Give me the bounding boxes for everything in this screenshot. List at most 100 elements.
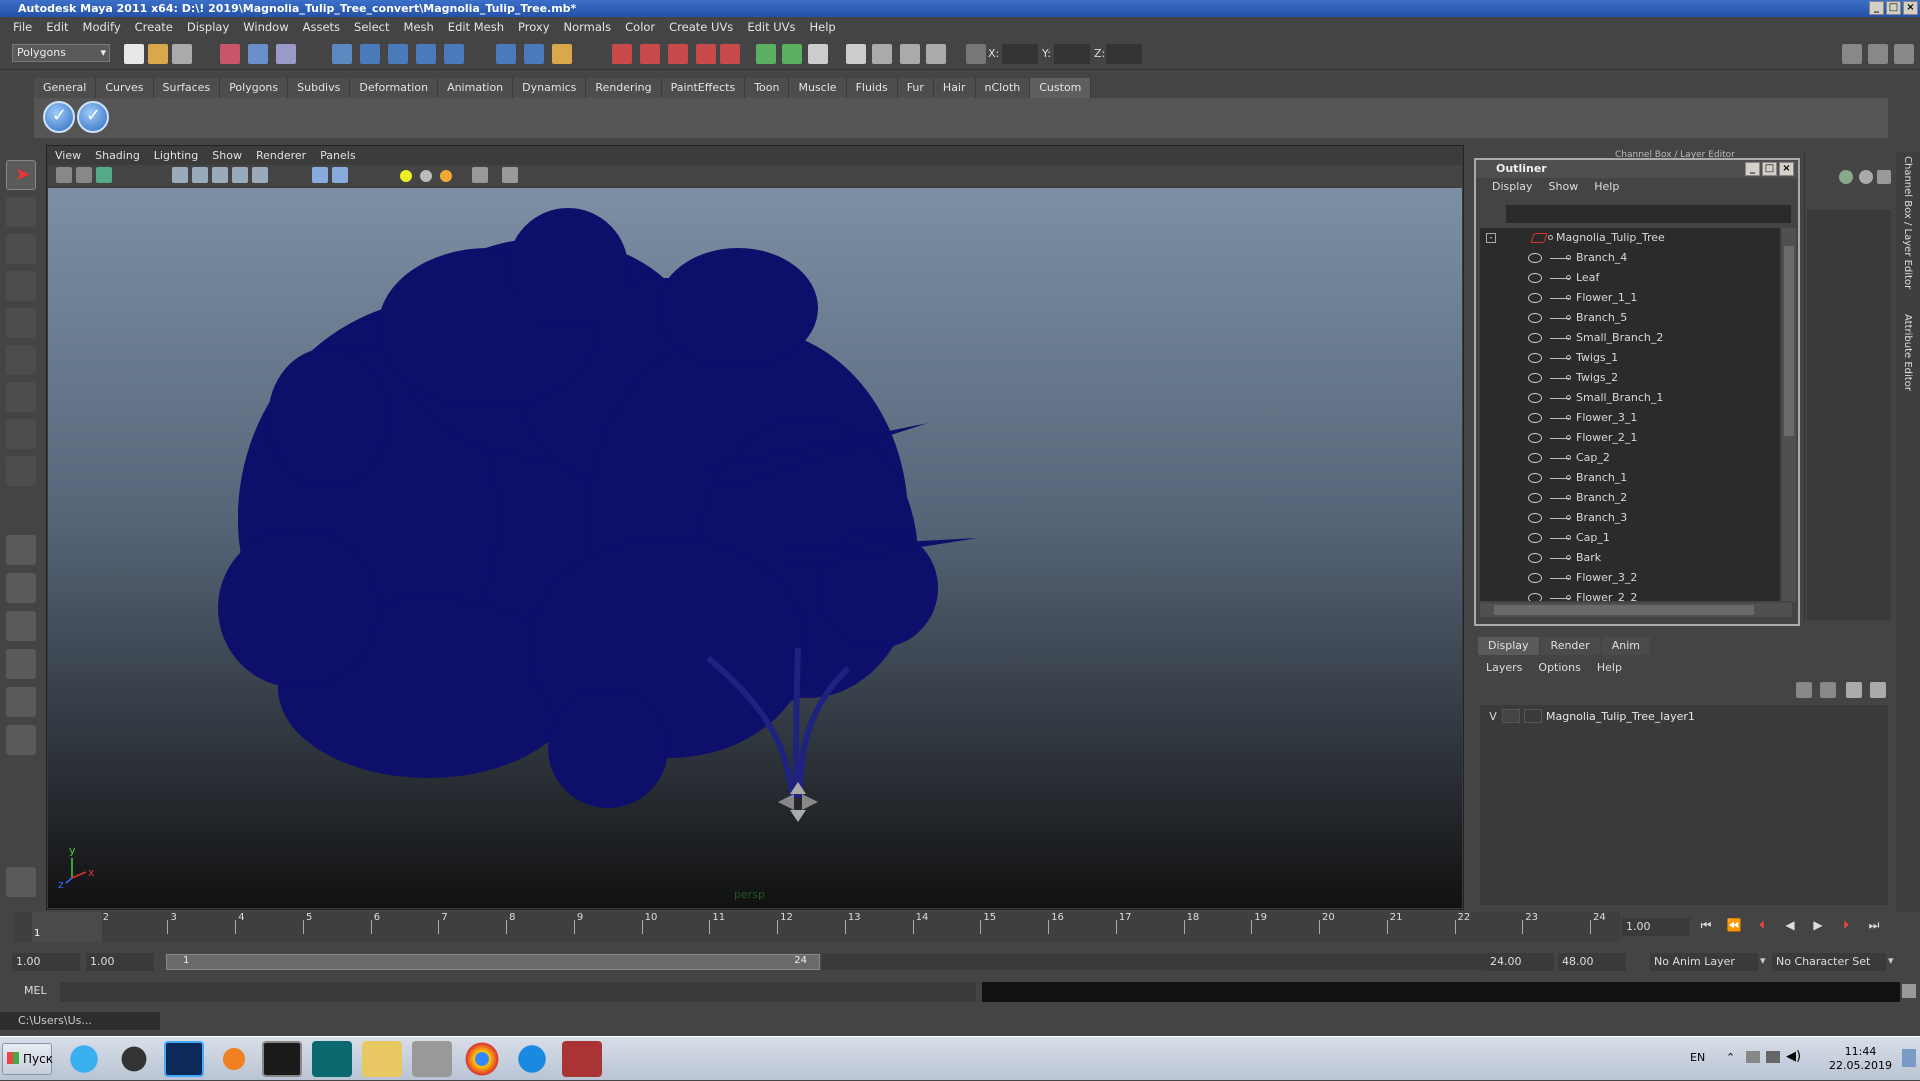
menu-edit-uvs[interactable]: Edit UVs	[740, 20, 802, 34]
transform-field-icon[interactable]	[966, 44, 986, 64]
ipr-render-icon[interactable]	[668, 44, 688, 64]
layers-menu-help[interactable]: Help	[1589, 659, 1630, 677]
outliner-title-bar[interactable]: Outliner _ □ ×	[1476, 160, 1798, 178]
list-item[interactable]: Cap_1	[1480, 528, 1780, 548]
vp-menu-lighting[interactable]: Lighting	[147, 147, 205, 165]
select-object-icon[interactable]	[248, 44, 268, 64]
winrar-icon[interactable]	[562, 1041, 602, 1077]
light-orange-icon[interactable]	[440, 170, 452, 182]
maya-icon[interactable]	[262, 1041, 302, 1077]
chrome-icon[interactable]	[462, 1041, 502, 1077]
shelf-tab-ncloth[interactable]: nCloth	[975, 78, 1031, 98]
smooth-shade-icon[interactable]	[192, 167, 208, 183]
close-icon[interactable]: ×	[1903, 1, 1918, 15]
lock-icon[interactable]	[552, 44, 572, 64]
isolate-icon[interactable]	[312, 167, 328, 183]
shelf-tab-custom[interactable]: Custom	[1030, 78, 1092, 98]
current-frame-field[interactable]: 1.00	[1622, 918, 1690, 936]
outliner-filter-input[interactable]	[1506, 205, 1791, 223]
list-item[interactable]: Flower_1_1	[1480, 288, 1780, 308]
tab-render[interactable]: Render	[1540, 637, 1600, 655]
monitor-icon[interactable]	[1766, 1051, 1780, 1063]
skype-icon[interactable]	[64, 1041, 104, 1077]
layer-playback-toggle[interactable]	[1502, 709, 1520, 723]
snap-surface-icon[interactable]	[444, 44, 464, 64]
scroll-thumb[interactable]	[1494, 605, 1754, 615]
tab-anim[interactable]: Anim	[1601, 637, 1650, 655]
layout-four-icon[interactable]	[6, 573, 36, 603]
play-forward-icon[interactable]: ▶	[1808, 918, 1828, 936]
minimized-window[interactable]: C:\Users\Us...	[0, 1012, 160, 1030]
list-item[interactable]: Flower_3_1	[1480, 408, 1780, 428]
list-item[interactable]: Flower_2_2	[1480, 588, 1780, 601]
menu-file[interactable]: File	[6, 20, 39, 34]
outliner-minimize-icon[interactable]: _	[1745, 162, 1760, 176]
chevron-down-icon[interactable]: ▾	[1760, 954, 1766, 967]
select-component-icon[interactable]	[276, 44, 296, 64]
attribute-editor-tab[interactable]: Attribute Editor	[1902, 314, 1913, 391]
channel-box-options-icon[interactable]	[1859, 170, 1873, 184]
menu-create-uvs[interactable]: Create UVs	[662, 20, 740, 34]
tray-arrow-icon[interactable]: ⌃	[1726, 1051, 1735, 1064]
network-icon[interactable]	[1746, 1051, 1760, 1063]
list-item[interactable]: Twigs_1	[1480, 348, 1780, 368]
show-channel-box-icon[interactable]	[1894, 44, 1914, 64]
menu-mesh[interactable]: Mesh	[397, 20, 441, 34]
light-yellow-icon[interactable]	[400, 170, 412, 182]
input-line2-icon[interactable]	[782, 44, 802, 64]
list-item[interactable]: Branch_2	[1480, 488, 1780, 508]
rotate-tool-icon[interactable]	[6, 308, 36, 338]
layers-menu-layers[interactable]: Layers	[1478, 659, 1530, 677]
list-item[interactable]: Branch_3	[1480, 508, 1780, 528]
paint-select-icon[interactable]	[6, 234, 36, 264]
go-to-end-icon[interactable]: ⏭	[1864, 918, 1884, 936]
start-time-field[interactable]: 1.00	[12, 953, 80, 971]
lasso-tool-icon[interactable]	[6, 197, 36, 227]
layer-row[interactable]: V Magnolia_Tulip_Tree_layer1	[1484, 707, 1884, 725]
skype-icon[interactable]	[512, 1041, 552, 1077]
playback-end-field[interactable]: 24.00	[1486, 953, 1554, 971]
shelf-tab-toon[interactable]: Toon	[745, 78, 790, 98]
character-set-selector[interactable]: No Character Set	[1772, 953, 1886, 971]
new-scene-icon[interactable]	[124, 44, 144, 64]
command-input[interactable]	[60, 982, 976, 1002]
shelf-tab-painteffects[interactable]: PaintEffects	[661, 78, 746, 98]
last-tool-icon[interactable]	[6, 456, 36, 486]
image-plane-icon[interactable]	[96, 167, 112, 183]
help-icon[interactable]	[524, 44, 544, 64]
scroll-thumb[interactable]	[1784, 246, 1794, 436]
list-item[interactable]: Leaf	[1480, 268, 1780, 288]
shadows-icon[interactable]	[252, 167, 268, 183]
outliner-horizontal-scrollbar[interactable]	[1480, 603, 1792, 617]
vp-menu-renderer[interactable]: Renderer	[249, 147, 313, 165]
menu-edit-mesh[interactable]: Edit Mesh	[441, 20, 511, 34]
mask-icon[interactable]	[332, 44, 352, 64]
x-field[interactable]	[1002, 44, 1038, 64]
explorer-icon[interactable]	[362, 1041, 402, 1077]
vp-menu-panels[interactable]: Panels	[313, 147, 362, 165]
shelf-tab-polygons[interactable]: Polygons	[220, 78, 289, 98]
resolution-gate-icon[interactable]	[472, 167, 488, 183]
snap-curve-icon[interactable]	[388, 44, 408, 64]
list-item[interactable]: Branch_1	[1480, 468, 1780, 488]
list-item[interactable]: Flower_2_1	[1480, 428, 1780, 448]
channel-box-edit-icon[interactable]	[1877, 170, 1891, 184]
shelf-tab-subdivs[interactable]: Subdivs	[288, 78, 351, 98]
z-field[interactable]	[1106, 44, 1142, 64]
shelf-tab-rendering[interactable]: Rendering	[586, 78, 662, 98]
script-editor-icon[interactable]	[1902, 984, 1916, 998]
mode-selector[interactable]: Polygons ▾	[12, 44, 110, 62]
textured-icon[interactable]	[212, 167, 228, 183]
grid-toggle-icon[interactable]	[502, 167, 518, 183]
layer-up-icon[interactable]	[1846, 682, 1862, 698]
range-slider[interactable]: 1 24	[166, 954, 820, 970]
shelf-tab-fur[interactable]: Fur	[897, 78, 934, 98]
layer-visibility-toggle[interactable]: V	[1484, 710, 1502, 723]
layout-graph-icon[interactable]	[6, 649, 36, 679]
render-frame-icon[interactable]	[640, 44, 660, 64]
menu-create[interactable]: Create	[128, 20, 180, 34]
attribute-icon[interactable]	[872, 44, 892, 64]
anim-layer-selector[interactable]: No Anim Layer	[1650, 953, 1758, 971]
collapse-icon[interactable]: -	[1486, 233, 1496, 243]
list-item[interactable]: Branch_4	[1480, 248, 1780, 268]
